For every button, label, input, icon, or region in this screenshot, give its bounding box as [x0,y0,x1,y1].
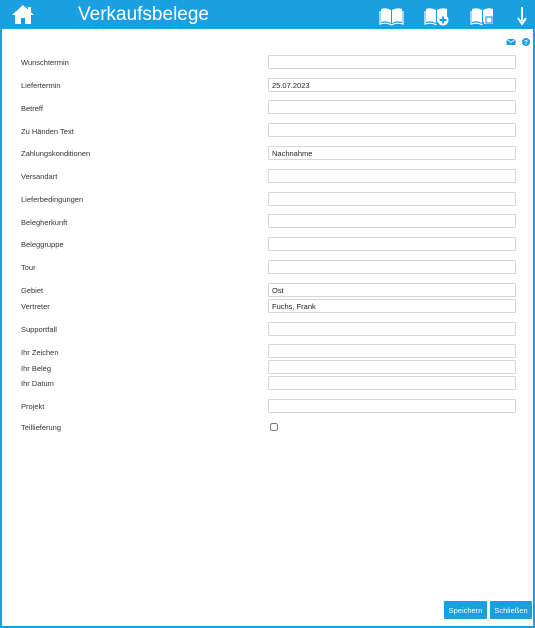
beleggruppe-field[interactable] [268,237,516,251]
projekt-field[interactable] [268,399,516,413]
projekt-label: Projekt [21,402,45,411]
ihr-zeichen-field[interactable] [268,344,516,358]
gebiet-field[interactable] [268,283,516,297]
svg-text:?: ? [524,39,528,46]
betreff-field[interactable] [268,100,516,114]
belegherkunft-field[interactable] [268,214,516,228]
belegherkunft-label: Belegherkunft [21,218,68,227]
page-title: Verkaufsbelege [78,4,209,25]
save-button[interactable]: Speichern [444,601,487,619]
mail-icon[interactable] [506,37,516,47]
zahlungskonditionen-field[interactable] [268,146,516,160]
teillieferung-checkbox[interactable] [270,423,278,431]
arrow-down-icon[interactable] [516,4,528,26]
wunschtermin-label: Wunschtermin [21,58,69,67]
zahlungskonditionen-label: Zahlungskonditionen [21,149,91,158]
tour-field[interactable] [268,260,516,274]
vertreter-label: Vertreter [21,302,50,311]
liefertermin-field[interactable] [268,78,516,92]
ihr-beleg-label: Ihr Beleg [21,364,52,373]
lieferbedingungen-label: Lieferbedingungen [21,195,84,204]
tour-label: Tour [21,263,36,272]
window-frame [0,0,535,628]
ihr-datum-field[interactable] [268,376,516,390]
gebiet-label: Gebiet [21,286,44,295]
book-copy-icon[interactable] [470,4,496,26]
ihr-beleg-field[interactable] [268,360,516,374]
vertreter-field[interactable] [268,299,516,313]
versandart-field[interactable] [268,169,516,183]
zu-haenden-text-label: Zu Händen Text [21,127,74,136]
lieferbedingungen-field[interactable] [268,192,516,206]
zu-haenden-text-field[interactable] [268,123,516,137]
ihr-datum-label: Ihr Datum [21,379,54,388]
teillieferung-label: Teillieferung [21,423,62,432]
supportfall-field[interactable] [268,322,516,336]
beleggruppe-label: Beleggruppe [21,240,64,249]
close-button[interactable]: Schließen [490,601,532,619]
home-icon[interactable] [11,4,35,25]
ihr-zeichen-label: Ihr Zeichen [21,348,59,357]
versandart-label: Versandart [21,172,58,181]
betreff-label: Betreff [21,104,43,113]
book-icon[interactable] [379,4,404,26]
app-header: Verkaufsbelege [0,0,535,29]
help-icon[interactable]: ? [521,37,531,47]
wunschtermin-field[interactable] [268,55,516,69]
supportfall-label: Supportfall [21,325,57,334]
book-plus-icon[interactable] [424,4,450,26]
liefertermin-label: Liefertermin [21,81,61,90]
